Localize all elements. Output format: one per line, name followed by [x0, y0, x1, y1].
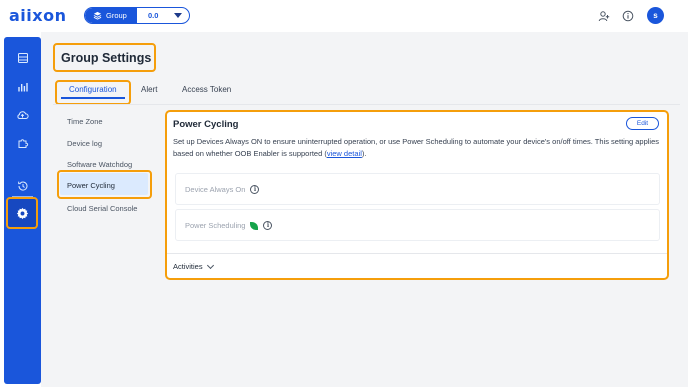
add-user-icon[interactable] [598, 10, 610, 22]
edit-button[interactable]: Edit [626, 117, 659, 130]
sidebar-item-plugins[interactable] [13, 133, 32, 152]
user-avatar[interactable]: s [647, 7, 664, 24]
group-version-dropdown[interactable]: 0.0 [137, 8, 189, 23]
group-version: 0.0 [148, 11, 159, 20]
brand-logo[interactable]: aiixon [9, 6, 66, 25]
activities-toggle[interactable]: Activities [173, 261, 214, 271]
top-bar: aiixon Group 0.0 s [0, 0, 688, 32]
tab-label: Alert [141, 84, 158, 94]
sidebar-item-ota[interactable] [13, 176, 32, 195]
device-always-on-row: Device Always On i [175, 173, 660, 205]
puzzle-icon [18, 138, 28, 148]
layers-icon [93, 11, 102, 20]
tab-alert[interactable]: Alert [141, 78, 157, 100]
panel-divider [167, 253, 667, 254]
sidenav-item-power-cycling[interactable]: Power Cycling [67, 181, 115, 190]
group-label-segment[interactable]: Group [85, 8, 137, 23]
group-selector[interactable]: Group 0.0 [84, 7, 190, 24]
devices-icon [17, 52, 28, 63]
activities-label: Activities [173, 262, 203, 271]
settings-tabs: Configuration Alert Access Token [55, 78, 255, 104]
sidebar-item-devices[interactable] [13, 48, 32, 67]
side-rail [4, 37, 41, 384]
tab-label: Access Token [182, 84, 232, 94]
power-scheduling-row: Power Scheduling i [175, 209, 660, 241]
row-label-group: Power Scheduling i [185, 221, 273, 230]
sidebar-item-analytics[interactable] [13, 77, 32, 96]
leaf-icon [250, 221, 259, 230]
row-label-group: Device Always On i [185, 185, 260, 194]
panel-title: Power Cycling [173, 119, 239, 130]
tab-label: Configuration [69, 84, 117, 94]
info-icon[interactable] [622, 10, 634, 22]
group-label: Group [106, 11, 127, 20]
page-title: Group Settings [61, 51, 152, 65]
analytics-icon [17, 82, 28, 91]
sidenav-item-cloud-serial-console[interactable]: Cloud Serial Console [67, 204, 137, 213]
view-detail-link[interactable]: view detail [327, 149, 362, 158]
sidebar-item-cloud[interactable] [13, 105, 32, 124]
ota-update-icon [17, 181, 27, 191]
device-always-on-label: Device Always On [185, 185, 246, 194]
description-end: ). [361, 149, 367, 158]
panel-description: Set up Devices Always ON to ensure unint… [173, 136, 661, 160]
power-scheduling-label: Power Scheduling [185, 221, 246, 230]
active-tab-indicator [61, 97, 125, 99]
caret-down-icon [174, 13, 182, 18]
tab-access-token[interactable]: Access Token [182, 78, 231, 100]
sidenav-item-time-zone[interactable]: Time Zone [67, 117, 103, 126]
chevron-down-icon [206, 261, 214, 269]
description-text: Set up Devices Always ON to ensure unint… [173, 137, 660, 158]
cloud-upload-icon [17, 110, 29, 119]
tabs-divider [53, 104, 680, 105]
info-icon[interactable]: i [250, 185, 260, 194]
sidebar-item-settings[interactable] [6, 197, 38, 229]
info-icon[interactable]: i [263, 221, 273, 230]
sidenav-item-device-log[interactable]: Device log [67, 139, 102, 148]
settings-icon [16, 207, 29, 220]
sidenav-item-software-watchdog[interactable]: Software Watchdog [67, 160, 132, 169]
